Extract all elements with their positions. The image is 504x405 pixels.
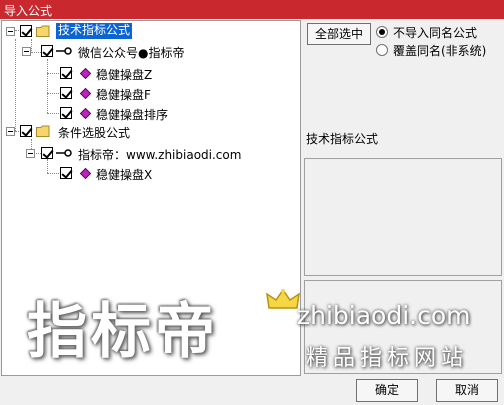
folder-icon <box>36 125 50 137</box>
formula-tree[interactable]: 技术指标公式 微信公众号●指标帝 稳健操盘Z 稳健操盘F 稳健操盘排序 条件选股… <box>1 20 301 376</box>
ok-button[interactable]: 确定 <box>356 379 418 402</box>
radio-overwrite[interactable] <box>376 44 388 56</box>
formula-diamond-icon <box>80 168 91 179</box>
formula-diamond-icon <box>80 108 91 119</box>
tree-item-label: 稳健操盘Z <box>96 68 153 82</box>
formula-diamond-icon <box>80 68 91 79</box>
tree-item-stock-screening[interactable]: 条件选股公式 <box>2 122 300 140</box>
tree-item-label: 技术指标公式 <box>56 23 133 39</box>
collapse-icon[interactable] <box>6 127 15 136</box>
tree-item-zhibiaodi-site[interactable]: 指标帝：www.zhibiaodi.com <box>2 144 300 162</box>
radio-no-import[interactable] <box>376 26 388 38</box>
radio-no-import-label[interactable]: 不导入同名公式 <box>393 24 477 41</box>
collapse-icon[interactable] <box>22 47 31 56</box>
checkbox-technical-indicators[interactable] <box>20 25 32 37</box>
cancel-button[interactable]: 取消 <box>436 379 498 402</box>
tree-item-label: 微信公众号●指标帝 <box>78 46 185 60</box>
formula-diamond-icon <box>80 88 91 99</box>
tree-item-formula[interactable]: 稳健操盘排序 <box>2 104 300 122</box>
formula-description-box[interactable] <box>304 158 502 276</box>
radio-overwrite-label[interactable]: 覆盖同名(非系统) <box>393 42 486 59</box>
checkbox-stock-screening[interactable] <box>20 125 32 137</box>
tree-item-label: 稳健操盘排序 <box>96 108 169 122</box>
key-icon <box>56 47 72 55</box>
tree-item-formula[interactable]: 稳健操盘Z <box>2 64 300 82</box>
tree-item-formula[interactable]: 稳健操盘F <box>2 84 300 102</box>
checkbox-wechat-zhibiaodi[interactable] <box>41 45 53 57</box>
tree-item-label: 指标帝：www.zhibiaodi.com <box>78 148 242 162</box>
checkbox-formula[interactable] <box>60 67 72 79</box>
collapse-icon[interactable] <box>26 149 35 158</box>
tree-item-label: 条件选股公式 <box>58 126 131 140</box>
tree-item-label: 稳健操盘F <box>96 88 151 102</box>
select-all-button[interactable]: 全部选中 <box>307 23 371 45</box>
collapse-icon[interactable] <box>6 27 15 36</box>
formula-detail-box[interactable] <box>304 280 502 374</box>
category-label: 技术指标公式 <box>306 132 379 146</box>
checkbox-formula[interactable] <box>60 107 72 119</box>
tree-item-label: 稳健操盘X <box>96 168 153 182</box>
tree-item-wechat-zhibiaodi[interactable]: 微信公众号●指标帝 <box>2 42 300 60</box>
key-icon <box>56 149 72 157</box>
window-title: 导入公式 <box>4 4 53 18</box>
checkbox-zhibiaodi-site[interactable] <box>41 147 53 159</box>
tree-item-technical-indicators[interactable]: 技术指标公式 <box>2 22 300 40</box>
tree-item-formula[interactable]: 稳健操盘X <box>2 164 300 182</box>
checkbox-formula[interactable] <box>60 87 72 99</box>
options-panel: 全部选中 不导入同名公式 覆盖同名(非系统) 技术指标公式 <box>302 20 504 376</box>
folder-icon <box>36 25 50 37</box>
dialog-footer: 确定 取消 <box>0 376 504 405</box>
title-bar[interactable]: 导入公式 <box>0 0 504 19</box>
checkbox-formula[interactable] <box>60 167 72 179</box>
